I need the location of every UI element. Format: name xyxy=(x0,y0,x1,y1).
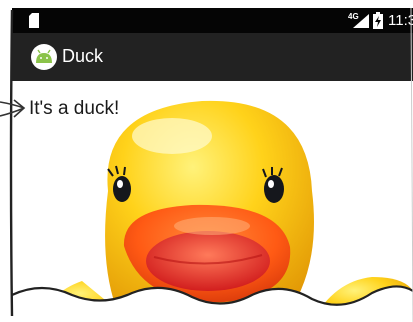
content-area: It's a duck! xyxy=(12,81,413,322)
battery-icon xyxy=(373,12,383,29)
phone-screenshot: 4G 11:39 Duck xyxy=(0,0,413,322)
android-icon[interactable] xyxy=(31,44,57,70)
signal-icon xyxy=(353,14,369,28)
status-clock: 11:39 xyxy=(388,12,413,29)
app-title: Duck xyxy=(62,46,104,66)
status-bar: 4G 11:39 xyxy=(12,8,413,33)
hand-drawn-arrow-icon xyxy=(0,99,26,118)
app-bar: Duck xyxy=(12,33,413,81)
sd-card-icon xyxy=(29,13,39,28)
duck-textview: It's a duck! xyxy=(29,98,120,119)
